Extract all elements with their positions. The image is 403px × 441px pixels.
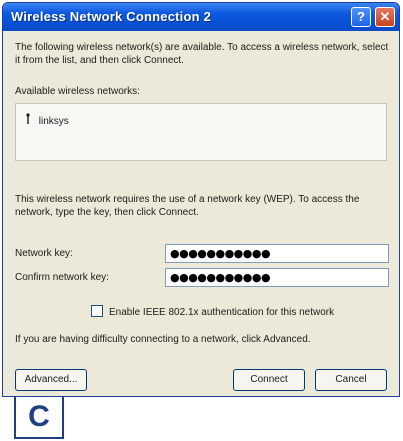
wireless-connection-dialog: Wireless Network Connection 2 ? ✕ The fo… [2, 2, 400, 397]
available-networks-label: Available wireless networks: [15, 86, 140, 97]
window-title: Wireless Network Connection 2 [11, 9, 212, 24]
wep-description: This wireless network requires the use o… [15, 194, 360, 218]
intro-text: The following wireless network(s) are av… [15, 42, 389, 66]
cancel-button[interactable]: Cancel [315, 369, 387, 391]
confirm-key-label: Confirm network key: [15, 272, 109, 283]
network-name: linksys [38, 116, 69, 127]
network-key-label: Network key: [15, 248, 73, 259]
ieee-8021x-checkbox[interactable] [91, 305, 103, 317]
title-bar[interactable]: Wireless Network Connection 2 ? ✕ [3, 3, 399, 31]
confirm-key-field[interactable] [165, 268, 389, 287]
help-button[interactable]: ? [351, 7, 371, 27]
connect-button[interactable]: Connect [233, 369, 305, 391]
network-key-field[interactable] [165, 244, 389, 263]
step-label: C [14, 397, 64, 439]
advanced-help-text: If you are having difficulty connecting … [15, 334, 311, 345]
advanced-button[interactable]: Advanced... [15, 369, 87, 391]
network-list[interactable]: linksys [15, 103, 387, 161]
list-item[interactable]: linksys [24, 113, 69, 127]
close-button[interactable]: ✕ [375, 7, 395, 27]
ieee-8021x-label[interactable]: Enable IEEE 802.1x authentication for th… [109, 306, 334, 319]
network-antenna-icon [24, 113, 36, 127]
